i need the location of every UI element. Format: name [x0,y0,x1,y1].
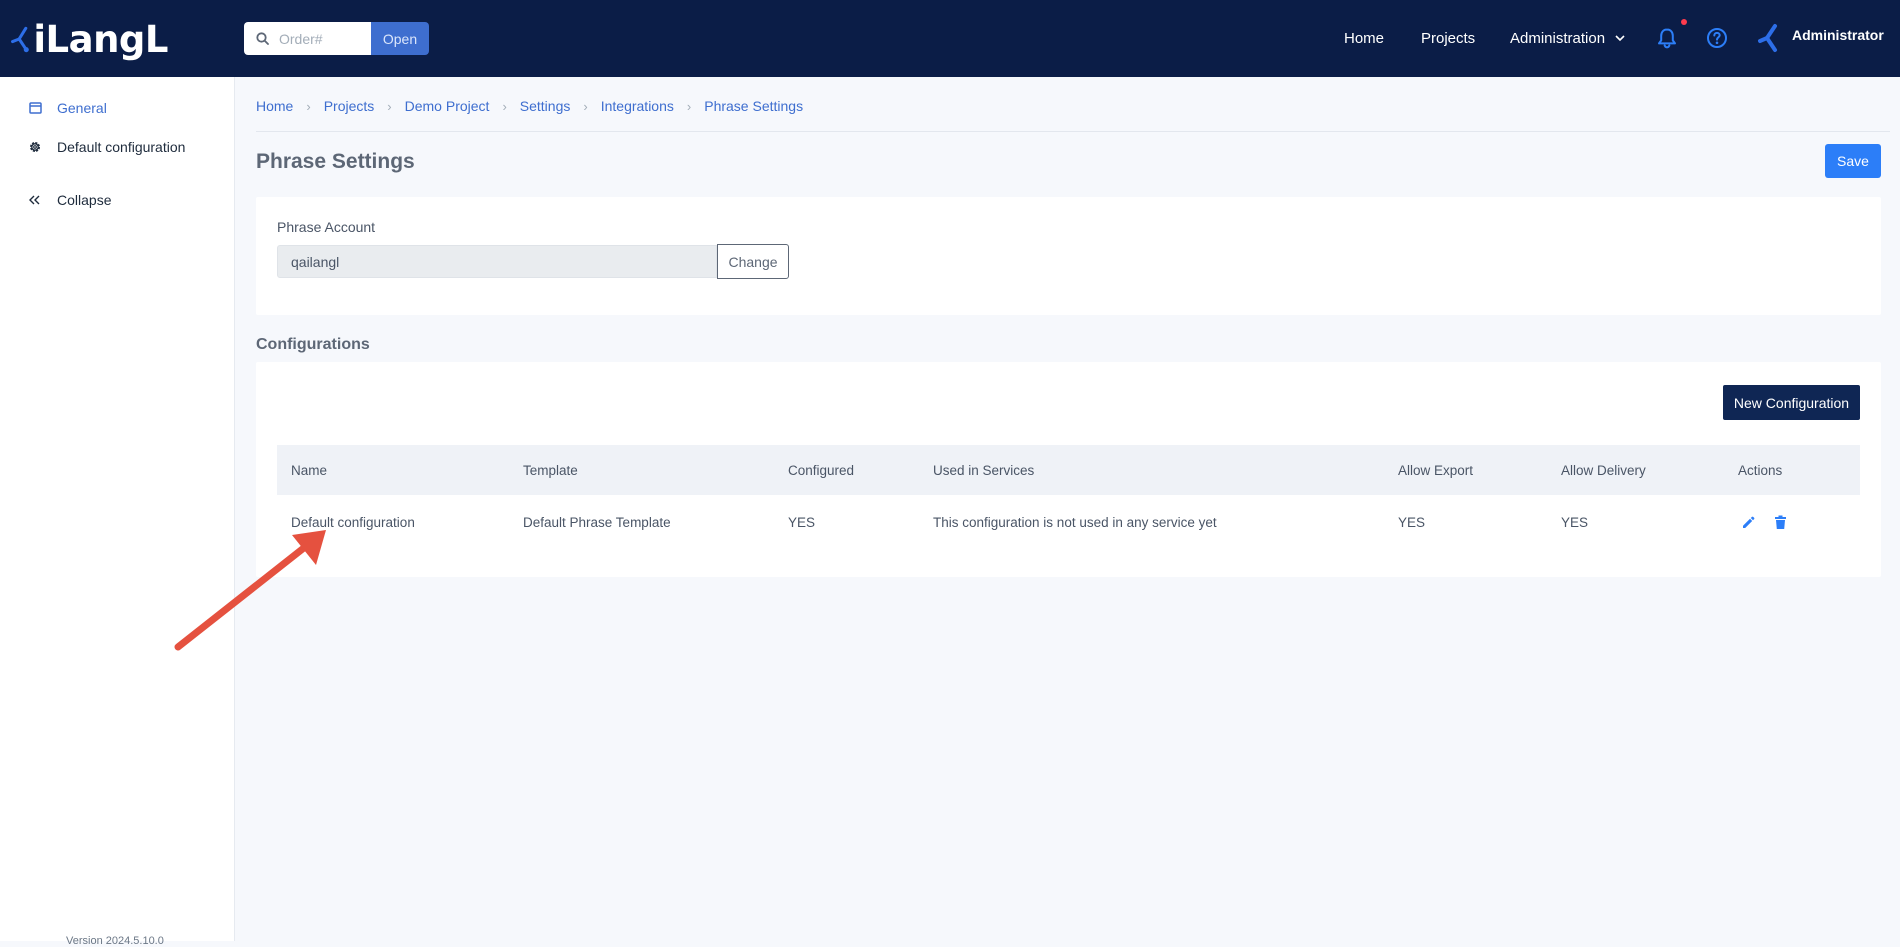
phrase-account-field[interactable] [277,245,717,278]
breadcrumb-demo-project[interactable]: Demo Project [405,98,490,114]
chevron-down-icon [1615,35,1625,42]
app-version: Version 2024.5.10.0 [66,935,164,947]
breadcrumb-projects[interactable]: Projects [324,98,375,114]
change-account-button[interactable]: Change [717,244,789,279]
breadcrumb: Home › Projects › Demo Project › Setting… [256,98,803,114]
column-header-actions: Actions [1738,462,1783,478]
sidebar-item-label: Default configuration [57,139,186,155]
breadcrumb-settings[interactable]: Settings [520,98,571,114]
help-icon[interactable] [1706,27,1728,49]
order-search: Open [244,22,429,55]
chevron-right-icon: › [306,98,311,114]
nav-projects[interactable]: Projects [1421,0,1475,77]
sidebar-item-general[interactable]: General [27,98,107,118]
chevron-right-icon: › [387,98,392,114]
new-configuration-button[interactable]: New Configuration [1723,385,1860,420]
breadcrumb-home[interactable]: Home [256,98,293,114]
search-icon [256,32,269,45]
column-header-template[interactable]: Template [509,445,774,495]
configurations-heading: Configurations [256,336,370,353]
annotation-arrow-icon [174,530,326,651]
table-header-row: Name Template Configured Used in Service… [277,445,1860,495]
pencil-icon [1742,516,1754,528]
user-menu[interactable]: Administrator [1756,20,1884,56]
chevron-right-icon: › [502,98,507,114]
cell-actions [1724,495,1860,550]
cell-template: Default Phrase Template [523,515,671,530]
double-chevron-left-icon [27,192,43,208]
nav-administration-dropdown[interactable]: Administration [1510,0,1625,77]
chevron-right-icon: › [583,98,588,114]
sidebar-item-label: General [57,100,107,116]
row-actions [1738,513,1860,533]
bell-icon[interactable] [1656,27,1678,49]
logo-text: iLangL [33,17,168,61]
cell-configured: YES [788,515,816,530]
notification-dot [1681,19,1687,25]
phrase-account-label: Phrase Account [277,219,376,235]
top-navigation-bar: iLangL Open Home Projects Administration [0,0,1900,77]
column-header-configured[interactable]: Configured [774,445,919,495]
cell-used-in-services: This configuration is not used in any se… [933,515,1217,530]
breadcrumb-divider [256,131,1890,132]
open-order-button[interactable]: Open [371,22,429,55]
column-header-used-in-services[interactable]: Used in Services [919,445,1384,495]
order-search-box [244,22,371,55]
save-button[interactable]: Save [1825,144,1881,178]
delete-button[interactable] [1770,513,1790,533]
cell-allow-export: YES [1398,515,1426,530]
page-title: Phrase Settings [256,150,415,173]
sidebar-item-label: Collapse [57,192,112,208]
sidebar: General Default configuration Collapse V… [0,77,235,947]
nav-home-label: Home [1344,30,1385,47]
configurations-card: New Configuration Name Template Configur… [256,362,1881,577]
user-name: Administrator [1792,27,1884,43]
cell-allow-delivery: YES [1561,515,1589,530]
table-row: Default configuration Default Phrase Tem… [277,495,1860,550]
breadcrumb-integrations[interactable]: Integrations [601,98,674,114]
breadcrumb-phrase-settings[interactable]: Phrase Settings [704,98,803,114]
app-logo[interactable]: iLangL [8,10,168,68]
sidebar-collapse[interactable]: Collapse [27,190,111,210]
chevron-right-icon: › [686,98,692,114]
avatar-logo-icon [1758,24,1777,52]
column-header-allow-export[interactable]: Allow Export [1384,445,1547,495]
gear-icon [27,139,43,155]
column-header-allow-delivery[interactable]: Allow Delivery [1547,445,1724,495]
configurations-table: Name Template Configured Used in Service… [277,445,1860,550]
phrase-account-card: Phrase Account Change [256,197,1881,315]
nav-home[interactable]: Home [1344,0,1384,77]
column-header-name[interactable]: Name [277,445,509,495]
edit-button[interactable] [1738,513,1758,533]
nav-administration-label: Administration [1510,30,1606,47]
order-search-input[interactable] [277,29,366,48]
nav-projects-label: Projects [1421,30,1476,47]
logo-mark-icon [11,26,29,53]
trash-icon [1774,515,1786,529]
sidebar-item-default-configuration[interactable]: Default configuration [27,137,185,157]
window-icon [27,100,43,116]
